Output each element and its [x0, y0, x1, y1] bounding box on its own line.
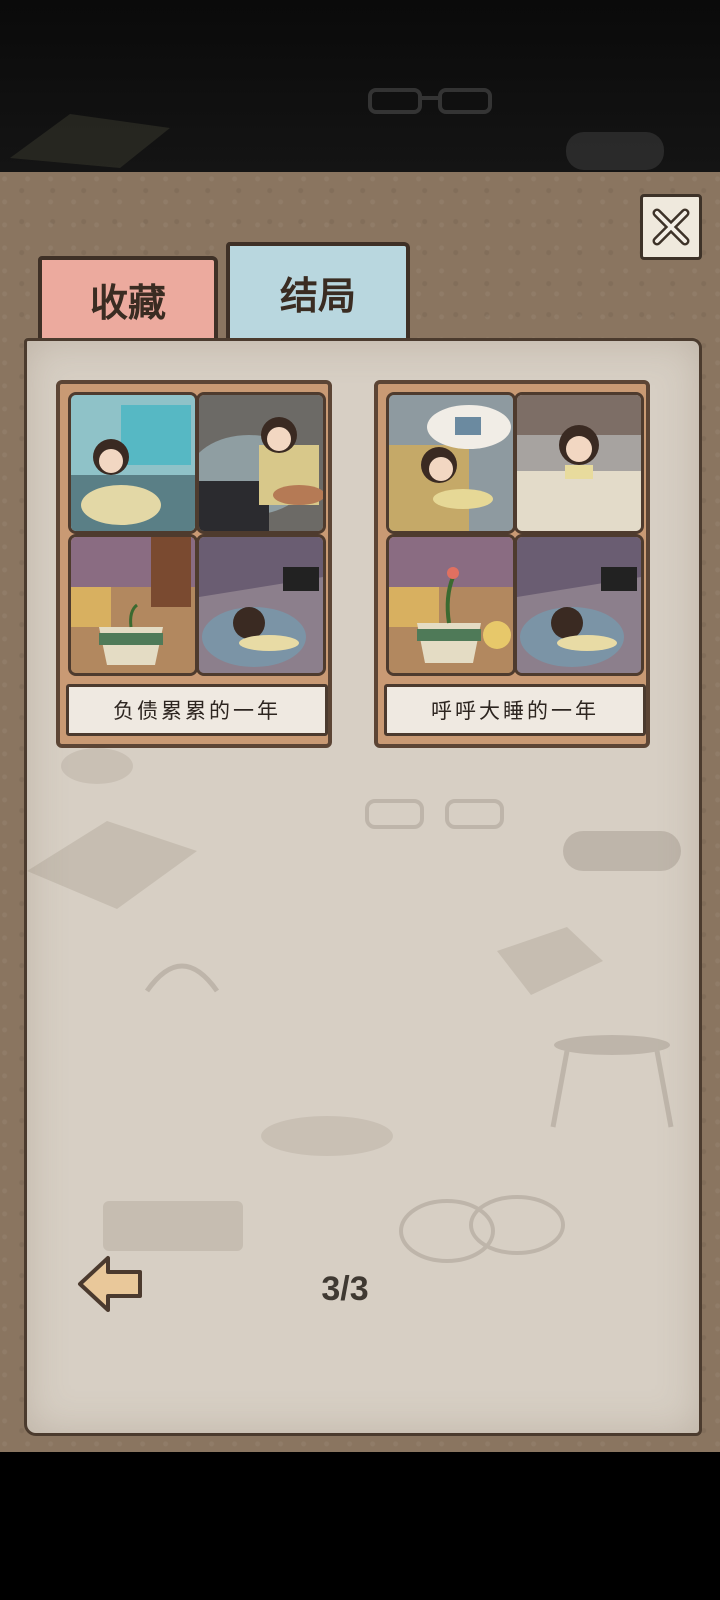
shoes-decoration — [399, 1195, 565, 1263]
bottom-bar — [0, 1452, 720, 1600]
bowl-decoration — [61, 748, 133, 784]
comic-panel — [514, 534, 644, 676]
notebook-decoration — [497, 927, 603, 995]
rug-decoration — [10, 114, 170, 168]
comic-panel — [68, 534, 198, 676]
close-button[interactable] — [640, 194, 702, 260]
glasses-decoration — [365, 799, 504, 829]
tab-ending[interactable]: 结局 — [226, 242, 410, 338]
console-decoration — [103, 1201, 243, 1251]
gamepad-decoration — [563, 831, 681, 871]
tab-collection[interactable]: 收藏 — [38, 256, 218, 342]
ending-card-1[interactable]: 负债累累的一年 — [56, 380, 332, 748]
comic-panel — [196, 392, 326, 534]
ending-card-2[interactable]: 呼呼大睡的一年 — [374, 380, 650, 748]
headphones-decoration — [144, 963, 220, 993]
comic-panel — [386, 392, 516, 534]
stool-decoration — [550, 1035, 674, 1128]
comic-panel — [68, 392, 198, 534]
rug-decoration — [27, 821, 197, 909]
gamepad-decoration — [566, 132, 664, 170]
ending-title: 呼呼大睡的一年 — [384, 684, 646, 736]
page-indicator: 3/3 — [321, 1270, 369, 1308]
background-room-dark — [0, 0, 720, 172]
back-arrow-icon — [78, 1256, 142, 1312]
comic-panel — [196, 534, 326, 676]
comic-panel — [514, 392, 644, 534]
comic-panel — [386, 534, 516, 676]
glasses-decoration — [368, 88, 492, 114]
back-button[interactable] — [74, 1252, 146, 1316]
tab-ending-label: 结局 — [279, 273, 356, 318]
close-x-icon — [652, 208, 690, 246]
ending-title: 负债累累的一年 — [66, 684, 328, 736]
pillow-decoration — [261, 1116, 393, 1156]
tab-collection-label: 收藏 — [89, 280, 166, 325]
